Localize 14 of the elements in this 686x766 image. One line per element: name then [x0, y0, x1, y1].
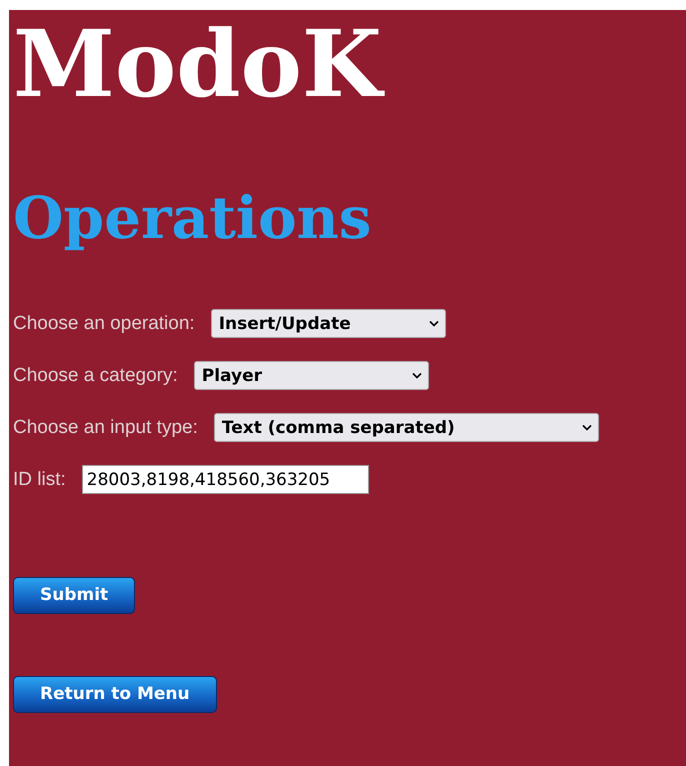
caret-icon: [582, 424, 592, 432]
dropdown[interactable]: Player: [194, 361, 429, 390]
return-button[interactable]: Return to Menu: [13, 676, 217, 713]
caret-icon: [412, 372, 422, 380]
id-list-field[interactable]: 28003,8198,418560,363205: [82, 465, 369, 494]
field-label: ID list:: [13, 468, 66, 491]
page-heading: Operations: [13, 187, 372, 251]
dropdown[interactable]: Text (comma separated): [214, 413, 599, 442]
field-label: Choose a category:: [13, 364, 178, 387]
caret-icon: [428, 320, 439, 328]
field-label: Choose an operation:: [13, 312, 195, 335]
dropdown[interactable]: Insert/Update: [210, 309, 446, 338]
field-label: Choose an input type:: [13, 416, 198, 439]
submit-button[interactable]: Submit: [13, 576, 136, 614]
